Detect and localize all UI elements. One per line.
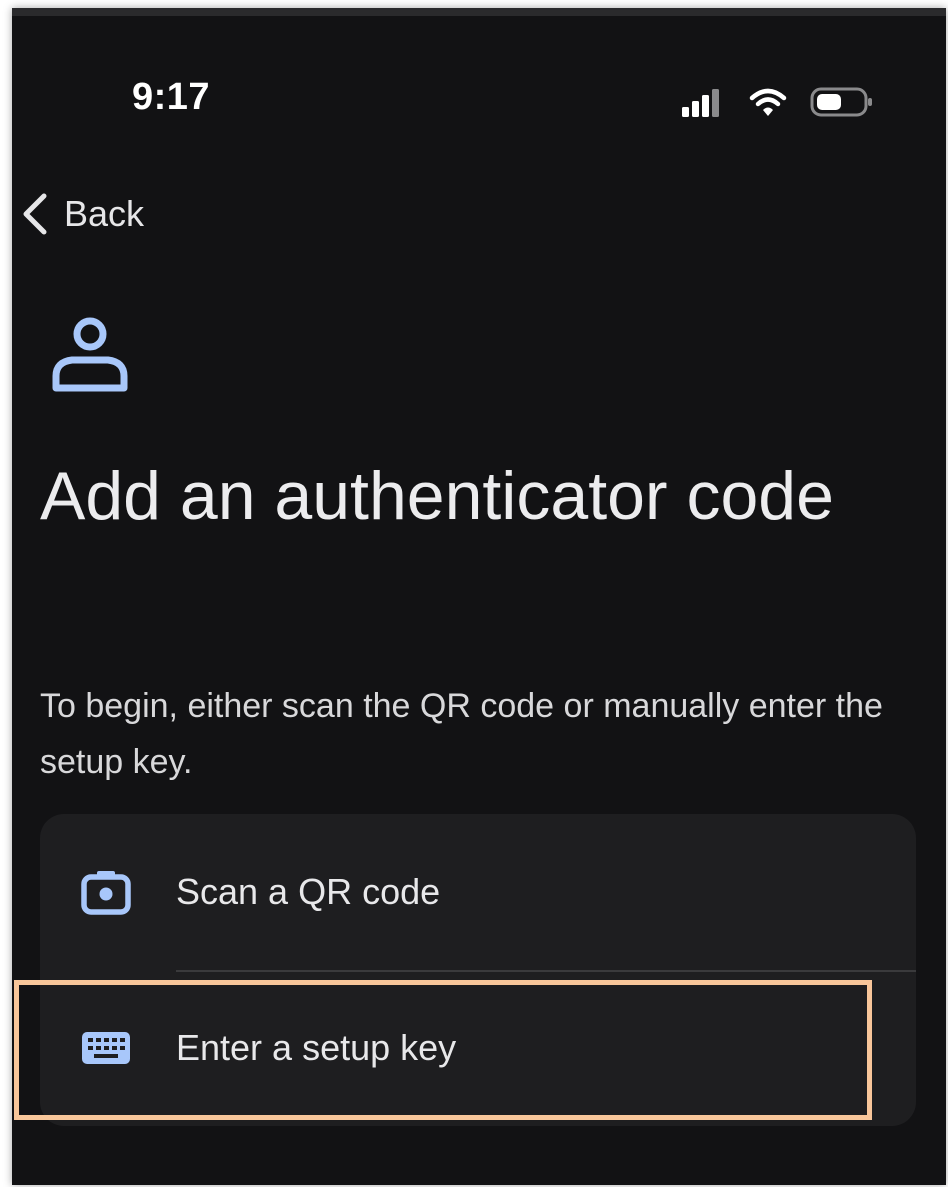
top-edge-strip [12, 8, 946, 16]
keyboard-icon [82, 1032, 130, 1064]
wifi-icon [749, 88, 787, 116]
back-label: Back [64, 193, 145, 234]
chevron-left-icon [23, 193, 47, 235]
enter-setup-key-option[interactable]: Enter a setup key [40, 970, 916, 1126]
page-description: To begin, either scan the QR code or man… [40, 687, 883, 781]
app-screen: 9:17 Back Add an authenticator code To b… [12, 8, 946, 1185]
page-title: Add an authenticator code [40, 458, 834, 534]
status-bar: 9:17 [12, 68, 946, 138]
scan-qr-code-label: Scan a QR code [176, 871, 441, 912]
options-card: Scan a QR code Enter a setup key [40, 814, 916, 1126]
signal-icon [682, 89, 719, 117]
back-button[interactable]: Back [20, 184, 144, 244]
enter-setup-key-label: Enter a setup key [176, 1027, 457, 1068]
camera-icon [81, 871, 131, 915]
person-icon [52, 317, 128, 392]
status-icons [680, 82, 874, 122]
status-time: 9:17 [132, 76, 211, 118]
scan-qr-code-option[interactable]: Scan a QR code [40, 814, 916, 970]
battery-icon [810, 87, 872, 117]
